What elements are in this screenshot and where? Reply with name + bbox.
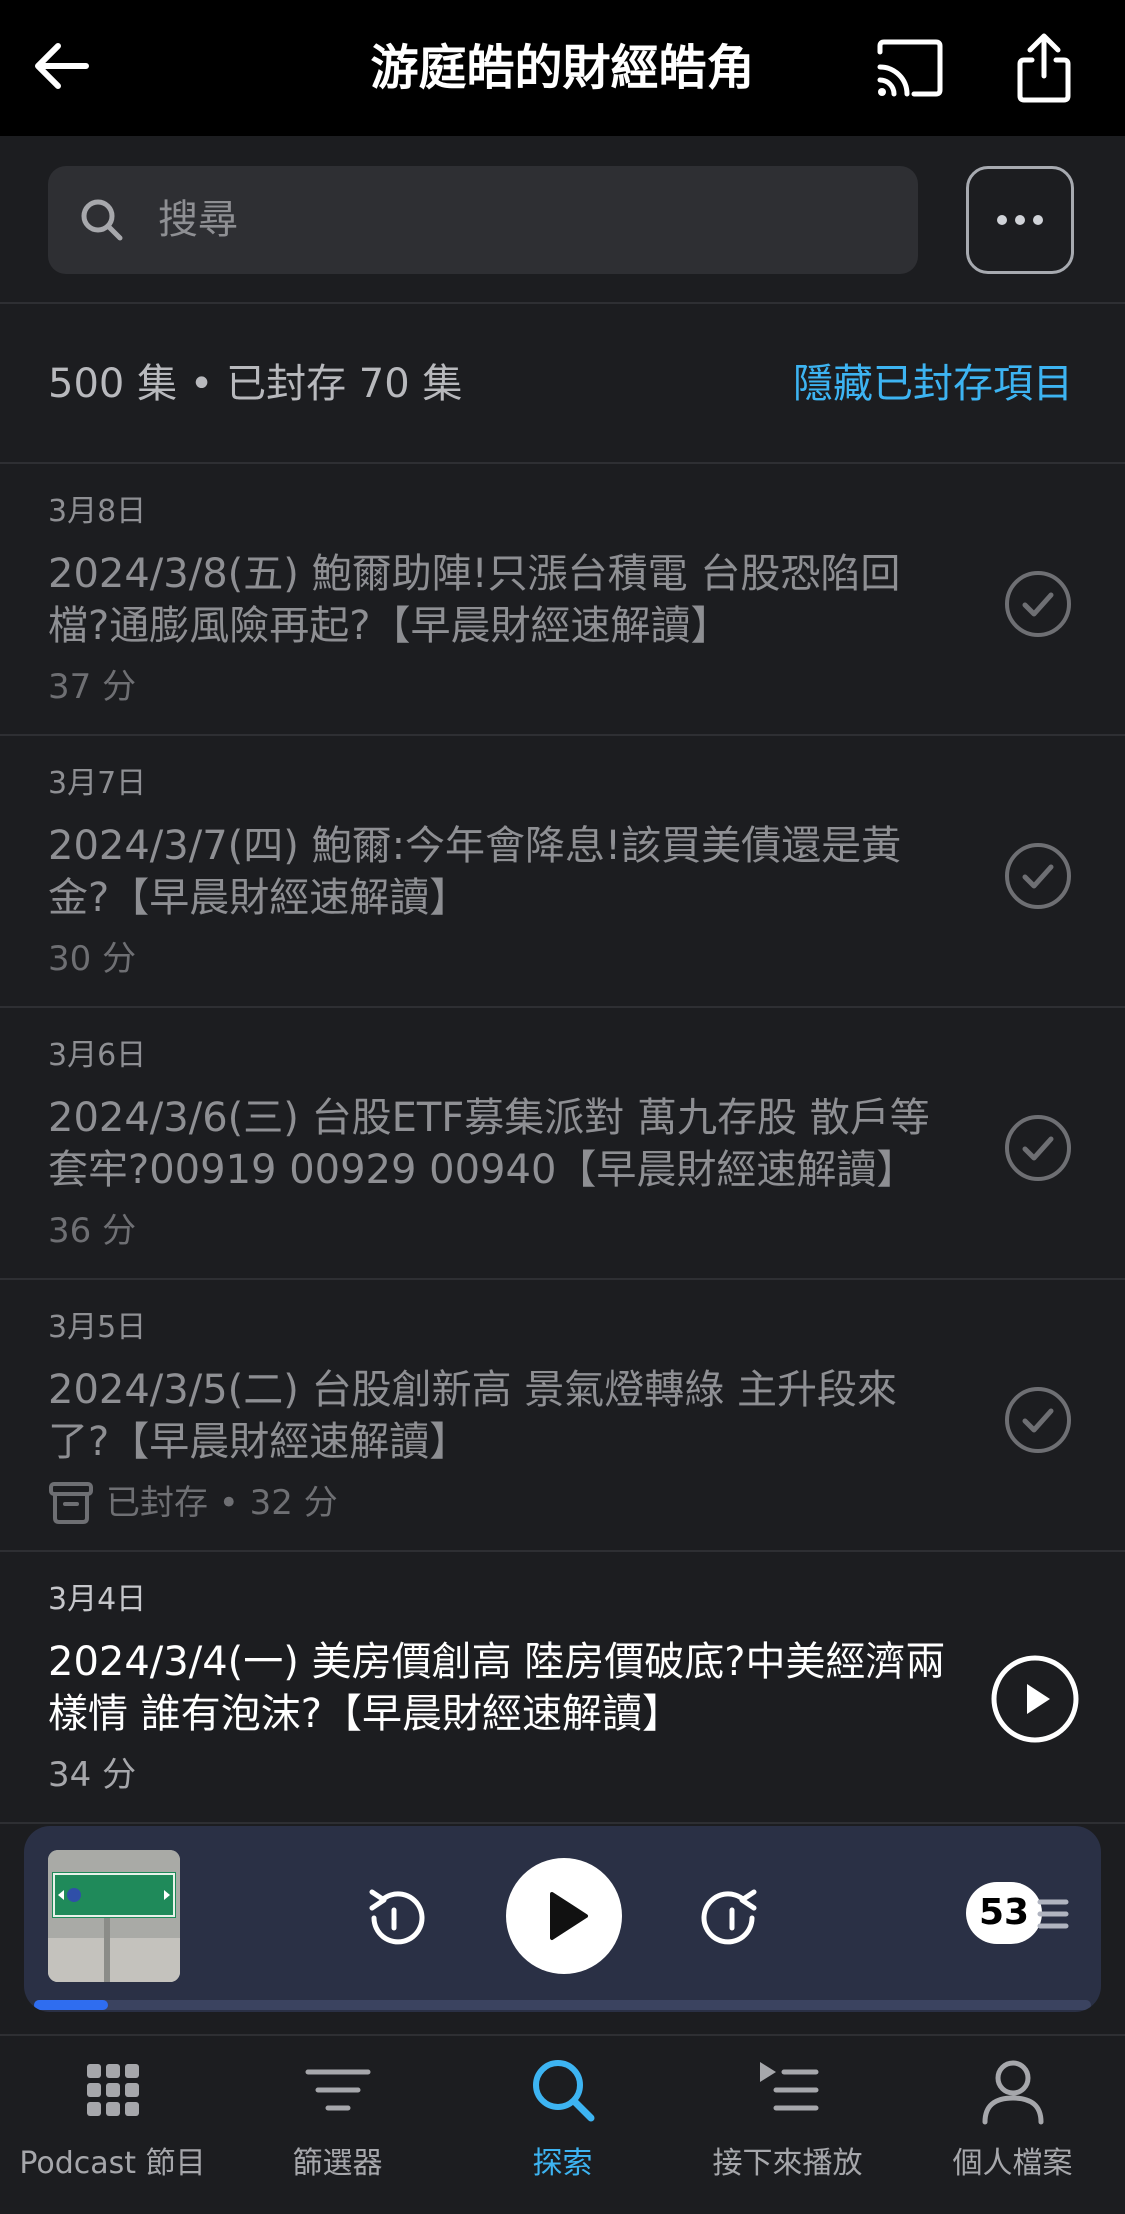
search-input[interactable]: [158, 184, 878, 256]
episode-duration: 36 分: [48, 1211, 137, 1251]
episode-archived-duration: 已封存 • 32 分: [106, 1483, 338, 1523]
tab-label: 個人檔案: [952, 2146, 1073, 2181]
tab-label: 接下來播放: [712, 2146, 863, 2181]
episode-title: 2024/3/8(五) 鮑爾助陣!只漲台積電 台股恐陷回檔?通膨風險再起?【早晨…: [48, 551, 901, 649]
top-bar: 游庭皓的財經皓角: [0, 0, 1125, 136]
episode-title: 2024/3/5(二) 台股創新高 景氣燈轉綠 主升段來了?【早晨財經速解讀】: [48, 1367, 898, 1465]
episode-duration: 34 分: [48, 1755, 137, 1795]
episode-title: 2024/3/7(四) 鮑爾:今年會降息!該買美債還是黃金?【早晨財經速解讀】: [48, 823, 902, 921]
hide-archived-link[interactable]: 隱藏已封存項目: [793, 356, 1073, 412]
played-check-icon[interactable]: [1004, 842, 1072, 910]
episode-title: 2024/3/4(一) 美房價創高 陸房價破底?中美經濟兩樣情 誰有泡沫?【早晨…: [48, 1639, 946, 1737]
episode-duration: 37 分: [48, 667, 137, 707]
podcast-title: 游庭皓的財經皓角: [370, 40, 755, 96]
tab-bar: Podcast 節目 篩選器 探索 接下來播放 個人檔案: [0, 2034, 1125, 2214]
queue-list-icon: [1037, 1899, 1069, 1929]
forward-icon[interactable]: [696, 1882, 764, 1950]
played-check-icon[interactable]: [1004, 1386, 1072, 1454]
cast-icon[interactable]: [872, 36, 948, 100]
playback-progress-fill: [34, 2000, 108, 2010]
rewind-icon[interactable]: [362, 1882, 430, 1950]
archive-icon: [49, 1482, 93, 1524]
queue-count-badge: 53: [966, 1882, 1042, 1944]
tab-profile[interactable]: 個人檔案: [900, 2054, 1125, 2204]
played-check-icon[interactable]: [1004, 570, 1072, 638]
episode-row[interactable]: 3月7日 2024/3/7(四) 鮑爾:今年會降息!該買美債還是黃金?【早晨財經…: [0, 736, 1125, 1008]
more-options-icon: [997, 215, 1007, 225]
search-icon: [532, 2060, 594, 2122]
more-options-button[interactable]: [966, 166, 1074, 274]
episode-row[interactable]: 3月4日 2024/3/4(一) 美房價創高 陸房價破底?中美經濟兩樣情 誰有泡…: [0, 1552, 1125, 1824]
episode-summary: 500 集 • 已封存 70 集 隱藏已封存項目: [0, 304, 1125, 464]
tab-podcasts[interactable]: Podcast 節目: [0, 2054, 225, 2204]
episode-duration: 30 分: [48, 939, 137, 979]
episode-title: 2024/3/6(三) 台股ETF募集派對 萬九存股 散戶等套牢?00919 0…: [48, 1095, 930, 1193]
back-arrow-icon[interactable]: [30, 34, 94, 98]
play-circle-icon[interactable]: [990, 1654, 1080, 1744]
up-next-icon: [759, 2062, 818, 2111]
episode-date: 3月8日: [48, 494, 147, 529]
search-row: [0, 136, 1125, 304]
episode-date: 3月6日: [48, 1038, 147, 1073]
playback-progress-bar[interactable]: [34, 2000, 1091, 2010]
tab-discover[interactable]: 探索: [450, 2054, 675, 2204]
tab-label: Podcast 節目: [19, 2146, 206, 2181]
search-bar[interactable]: [48, 166, 918, 274]
tab-up-next[interactable]: 接下來播放: [675, 2054, 900, 2204]
episode-row[interactable]: 3月8日 2024/3/8(五) 鮑爾助陣!只漲台積電 台股恐陷回檔?通膨風險再…: [0, 464, 1125, 736]
played-check-icon[interactable]: [1004, 1114, 1072, 1182]
share-icon[interactable]: [1012, 30, 1076, 106]
tab-label: 探索: [532, 2146, 593, 2181]
mini-player[interactable]: 53: [24, 1826, 1101, 2012]
episode-count: 500 集 • 已封存 70 集: [48, 361, 463, 407]
street-sign-artwork: [48, 1850, 180, 1982]
profile-icon: [982, 2060, 1043, 2125]
episode-date: 3月4日: [48, 1582, 147, 1617]
grid-icon: [86, 2064, 139, 2116]
play-icon[interactable]: [504, 1856, 624, 1976]
episode-artwork[interactable]: [48, 1850, 180, 1982]
episode-date: 3月7日: [48, 766, 147, 801]
search-icon: [81, 199, 123, 241]
episode-meta: 已封存 • 32 分: [48, 1480, 338, 1526]
episode-list: 3月8日 2024/3/8(五) 鮑爾助陣!只漲台積電 台股恐陷回檔?通膨風險再…: [0, 464, 1125, 1824]
filter-icon: [305, 2069, 370, 2111]
episode-row[interactable]: 3月6日 2024/3/6(三) 台股ETF募集派對 萬九存股 散戶等套牢?00…: [0, 1008, 1125, 1280]
up-next-queue-button[interactable]: 53: [966, 1882, 1069, 1946]
tab-label: 篩選器: [292, 2146, 383, 2181]
episode-date: 3月5日: [48, 1310, 147, 1345]
tab-filters[interactable]: 篩選器: [225, 2054, 450, 2204]
episode-row[interactable]: 3月5日 2024/3/5(二) 台股創新高 景氣燈轉綠 主升段來了?【早晨財經…: [0, 1280, 1125, 1552]
